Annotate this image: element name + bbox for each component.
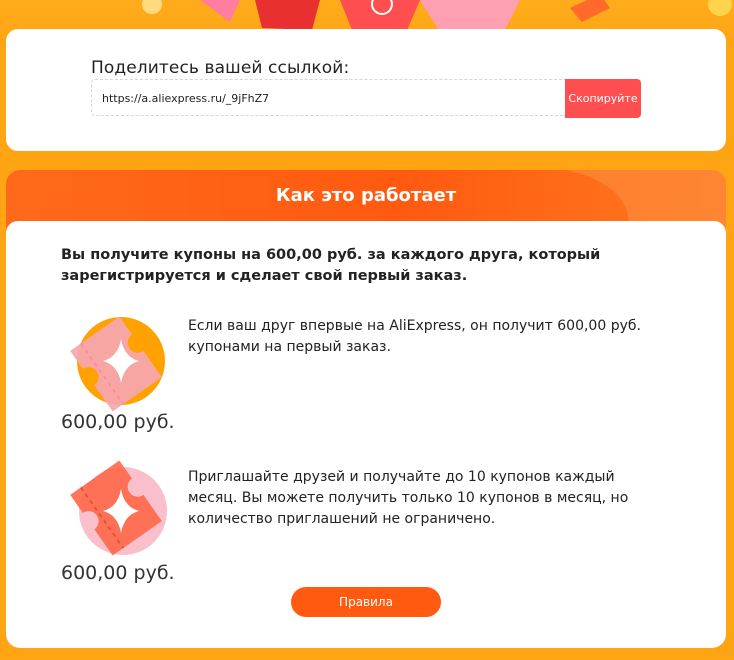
- how-it-works-body: Вы получите купоны на 600,00 руб. за каж…: [6, 221, 726, 648]
- reward-amount: 600,00 руб.: [61, 411, 175, 433]
- copy-link-button[interactable]: Скопируйте: [565, 79, 641, 118]
- referral-link-field[interactable]: https://a.aliexpress.ru/_9jFhZ7: [91, 79, 565, 116]
- share-link-card: Поделитесь вашей ссылкой: https://a.alie…: [6, 29, 726, 151]
- page-bottom: [0, 648, 734, 660]
- how-it-works-card: Как это работает Вы получите купоны на 6…: [6, 170, 726, 648]
- rules-button[interactable]: Правила: [291, 587, 441, 617]
- how-it-works-title: Как это работает: [275, 185, 457, 206]
- reward-description: Вы получите купоны на 600,00 руб. за каж…: [61, 247, 601, 284]
- reward-amount: 600,00 руб.: [61, 562, 175, 584]
- step-description: Если ваш друг впервые на AliExpress, он …: [188, 318, 641, 355]
- step-description: Приглашайте друзей и получайте до 10 куп…: [188, 469, 629, 527]
- coupon-ticket-icon: [61, 453, 171, 562]
- share-title: Поделитесь вашей ссылкой:: [91, 58, 350, 78]
- coupon-ticket-icon: [61, 309, 171, 418]
- share-link-row: https://a.aliexpress.ru/_9jFhZ7 Скопируй…: [91, 79, 641, 118]
